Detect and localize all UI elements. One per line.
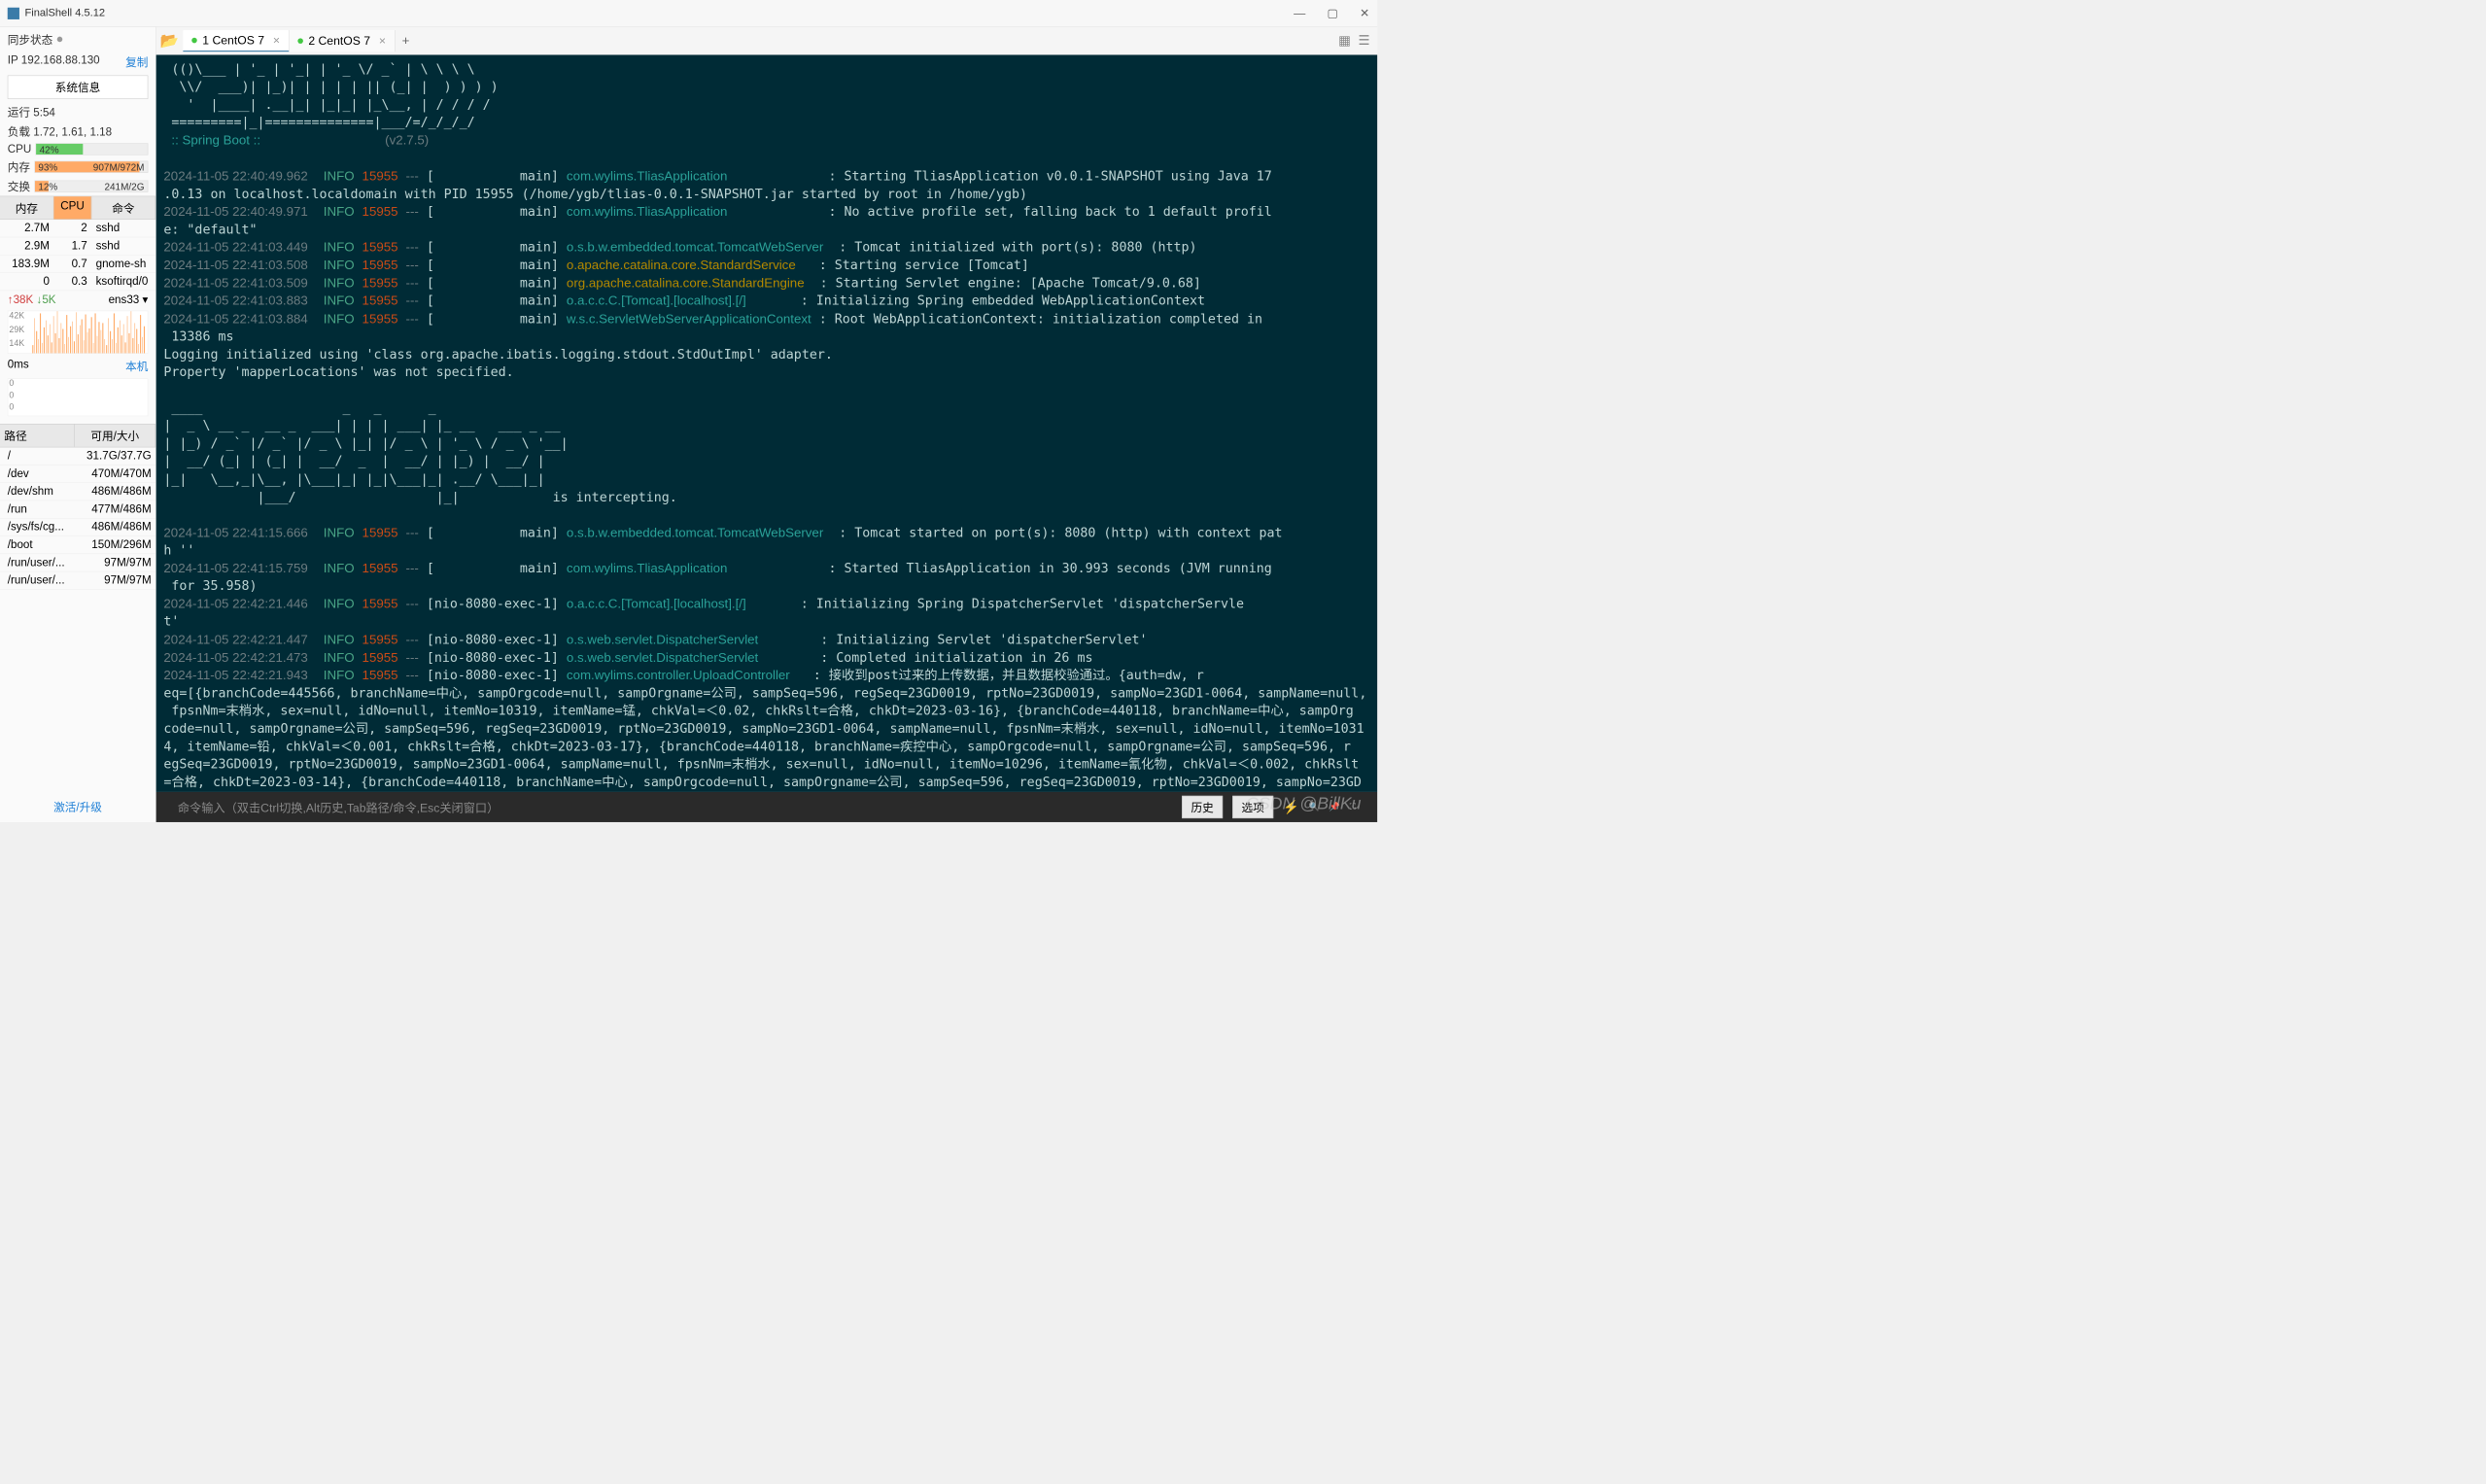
net-down: ↓5K xyxy=(37,293,56,306)
bolt-icon[interactable]: ⚡ xyxy=(1283,799,1299,814)
cpu-bar: 42% xyxy=(36,143,149,155)
uptime: 运行 5:54 xyxy=(0,102,155,121)
disk-row[interactable]: /dev470M/470M xyxy=(0,466,155,483)
command-bar: 命令输入（双击Ctrl切换,Alt历史,Tab路径/命令,Esc关闭窗口） 历史… xyxy=(156,792,1377,822)
process-row[interactable]: 2.9M1.7sshd xyxy=(0,237,155,255)
command-input[interactable]: 命令输入（双击Ctrl切换,Alt历史,Tab路径/命令,Esc关闭窗口） xyxy=(178,799,1172,816)
net-chart: 42K29K14K xyxy=(8,311,149,354)
disk-row[interactable]: /boot150M/296M xyxy=(0,536,155,554)
close-tab-icon[interactable]: × xyxy=(273,33,280,47)
tabbar: 📂 1 CentOS 7×2 CentOS 7× + ▦ ☰ xyxy=(156,27,1377,55)
app-title: FinalShell 4.5.12 xyxy=(24,7,105,19)
expand-icon[interactable]: ⛶ xyxy=(1350,802,1356,811)
list-view-icon[interactable]: ☰ xyxy=(1358,33,1369,49)
activate-button[interactable]: 激活/升级 xyxy=(0,791,155,822)
status-dot-icon xyxy=(57,37,63,43)
process-row[interactable]: 00.3ksoftirqd/0 xyxy=(0,273,155,291)
disk-row[interactable]: /dev/shm486M/486M xyxy=(0,483,155,500)
sync-status: 同步状态 xyxy=(0,27,155,52)
search-icon[interactable]: 🔍 xyxy=(1309,802,1320,812)
swap-bar: 12%241M/2G xyxy=(34,181,148,192)
maximize-button[interactable]: ▢ xyxy=(1327,6,1338,19)
net-up: ↑38K xyxy=(8,293,34,306)
titlebar: FinalShell 4.5.12 — ▢ ✕ xyxy=(0,0,1377,27)
options-button[interactable]: 选项 xyxy=(1232,796,1273,818)
folder-icon[interactable]: 📂 xyxy=(156,32,184,50)
process-row[interactable]: 2.7M2sshd xyxy=(0,220,155,237)
disk-row[interactable]: /run/user/...97M/97M xyxy=(0,554,155,571)
status-dot-icon xyxy=(297,38,303,44)
latency: 0ms xyxy=(8,358,29,374)
load-avg: 负载 1.72, 1.61, 1.18 xyxy=(0,121,155,141)
swap-label: 交换 xyxy=(8,178,30,194)
disk-row[interactable]: /31.7G/37.7G xyxy=(0,447,155,465)
pin-icon[interactable]: 📌 xyxy=(1329,802,1340,812)
cpu-label: CPU xyxy=(8,143,32,155)
history-button[interactable]: 历史 xyxy=(1182,796,1223,818)
mem-label: 内存 xyxy=(8,158,30,175)
add-tab-button[interactable]: + xyxy=(395,33,416,49)
minimize-button[interactable]: — xyxy=(1294,6,1305,19)
status-dot-icon xyxy=(191,38,197,44)
disk-row[interactable]: /sys/fs/cg...486M/486M xyxy=(0,519,155,536)
ip-address: IP 192.168.88.130 xyxy=(8,53,100,70)
terminal-output[interactable]: (()\___ | '_ | '_| | '_ \/ _` | \ \ \ \ … xyxy=(156,55,1377,792)
close-tab-icon[interactable]: × xyxy=(379,34,386,48)
disk-row[interactable]: /run/user/...97M/97M xyxy=(0,571,155,589)
mem-bar: 93%907M/972M xyxy=(34,161,148,173)
app-icon xyxy=(8,7,19,18)
host-select[interactable]: 本机 xyxy=(125,358,148,374)
lat-chart: 000 xyxy=(8,378,149,416)
process-header[interactable]: 内存CPU命令 xyxy=(0,196,155,220)
disk-row[interactable]: /run477M/486M xyxy=(0,500,155,518)
system-info-button[interactable]: 系统信息 xyxy=(8,76,149,99)
tab[interactable]: 2 CentOS 7× xyxy=(289,30,395,52)
iface-select[interactable]: ens33 ▾ xyxy=(109,293,149,306)
grid-view-icon[interactable]: ▦ xyxy=(1338,33,1351,49)
disk-header[interactable]: 路径可用/大小 xyxy=(0,424,155,447)
process-row[interactable]: 183.9M0.7gnome-sh xyxy=(0,256,155,273)
tab[interactable]: 1 CentOS 7× xyxy=(183,30,289,52)
close-button[interactable]: ✕ xyxy=(1360,6,1369,19)
chevron-down-icon: ▾ xyxy=(143,293,149,306)
sidebar: 同步状态 IP 192.168.88.130 复制 系统信息 运行 5:54 负载… xyxy=(0,27,156,822)
copy-ip-button[interactable]: 复制 xyxy=(125,53,148,70)
